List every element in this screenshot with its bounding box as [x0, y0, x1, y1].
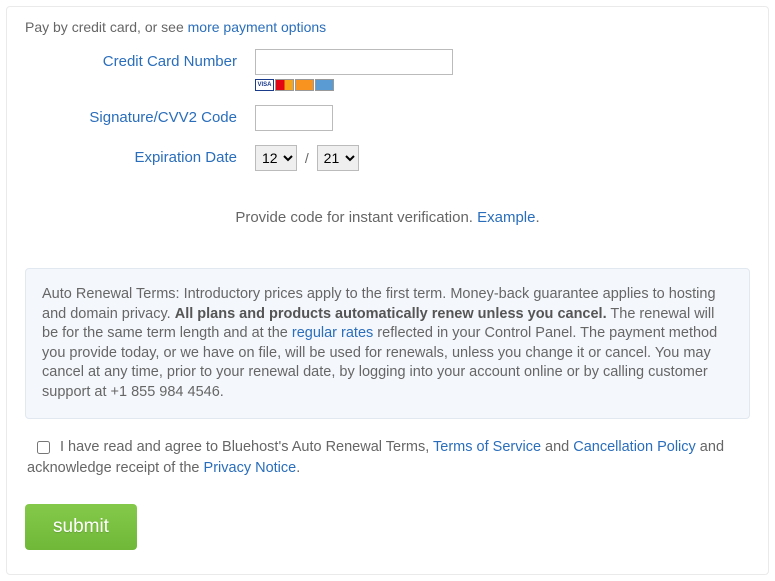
credit-card-input[interactable]	[255, 49, 453, 75]
exp-row: Expiration Date 12 / 21	[25, 145, 750, 171]
discover-icon	[295, 79, 314, 91]
exp-label: Expiration Date	[25, 145, 255, 171]
amex-icon	[315, 79, 334, 91]
mastercard-icon	[275, 79, 294, 91]
intro-prefix: Pay by credit card, or see	[25, 19, 188, 35]
exp-slash: /	[305, 150, 309, 166]
auto-renewal-terms: Auto Renewal Terms: Introductory prices …	[25, 268, 750, 419]
cc-label: Credit Card Number	[25, 49, 255, 75]
cvv-row: Signature/CVV2 Code	[25, 105, 750, 131]
cancellation-policy-link[interactable]: Cancellation Policy	[573, 439, 696, 455]
cc-row: Credit Card Number VISA	[25, 49, 750, 91]
tos-link[interactable]: Terms of Service	[433, 439, 541, 455]
regular-rates-link[interactable]: regular rates	[292, 325, 373, 341]
privacy-notice-link[interactable]: Privacy Notice	[204, 460, 297, 476]
agree-t2: and	[541, 439, 573, 455]
exp-month-select[interactable]: 12	[255, 145, 297, 171]
visa-icon: VISA	[255, 79, 274, 91]
submit-button[interactable]: submit	[25, 504, 137, 550]
exp-year-select[interactable]: 21	[317, 145, 359, 171]
verify-dot: .	[535, 209, 539, 226]
agree-t1: I have read and agree to Bluehost's Auto…	[60, 439, 433, 455]
cvv-label: Signature/CVV2 Code	[25, 105, 255, 131]
payment-form-panel: Pay by credit card, or see more payment …	[6, 6, 769, 575]
cvv-input[interactable]	[255, 105, 333, 131]
example-link[interactable]: Example	[477, 209, 535, 226]
more-payment-options-link[interactable]: more payment options	[188, 19, 327, 35]
verify-row: Provide code for instant verification. E…	[25, 209, 750, 226]
card-icons: VISA	[255, 79, 750, 91]
verify-text: Provide code for instant verification.	[235, 209, 477, 226]
agree-checkbox[interactable]	[37, 441, 50, 454]
agree-row: I have read and agree to Bluehost's Auto…	[25, 437, 750, 478]
terms-bold: All plans and products automatically ren…	[175, 306, 607, 322]
agree-t4: .	[296, 460, 300, 476]
intro-text: Pay by credit card, or see more payment …	[25, 19, 750, 35]
